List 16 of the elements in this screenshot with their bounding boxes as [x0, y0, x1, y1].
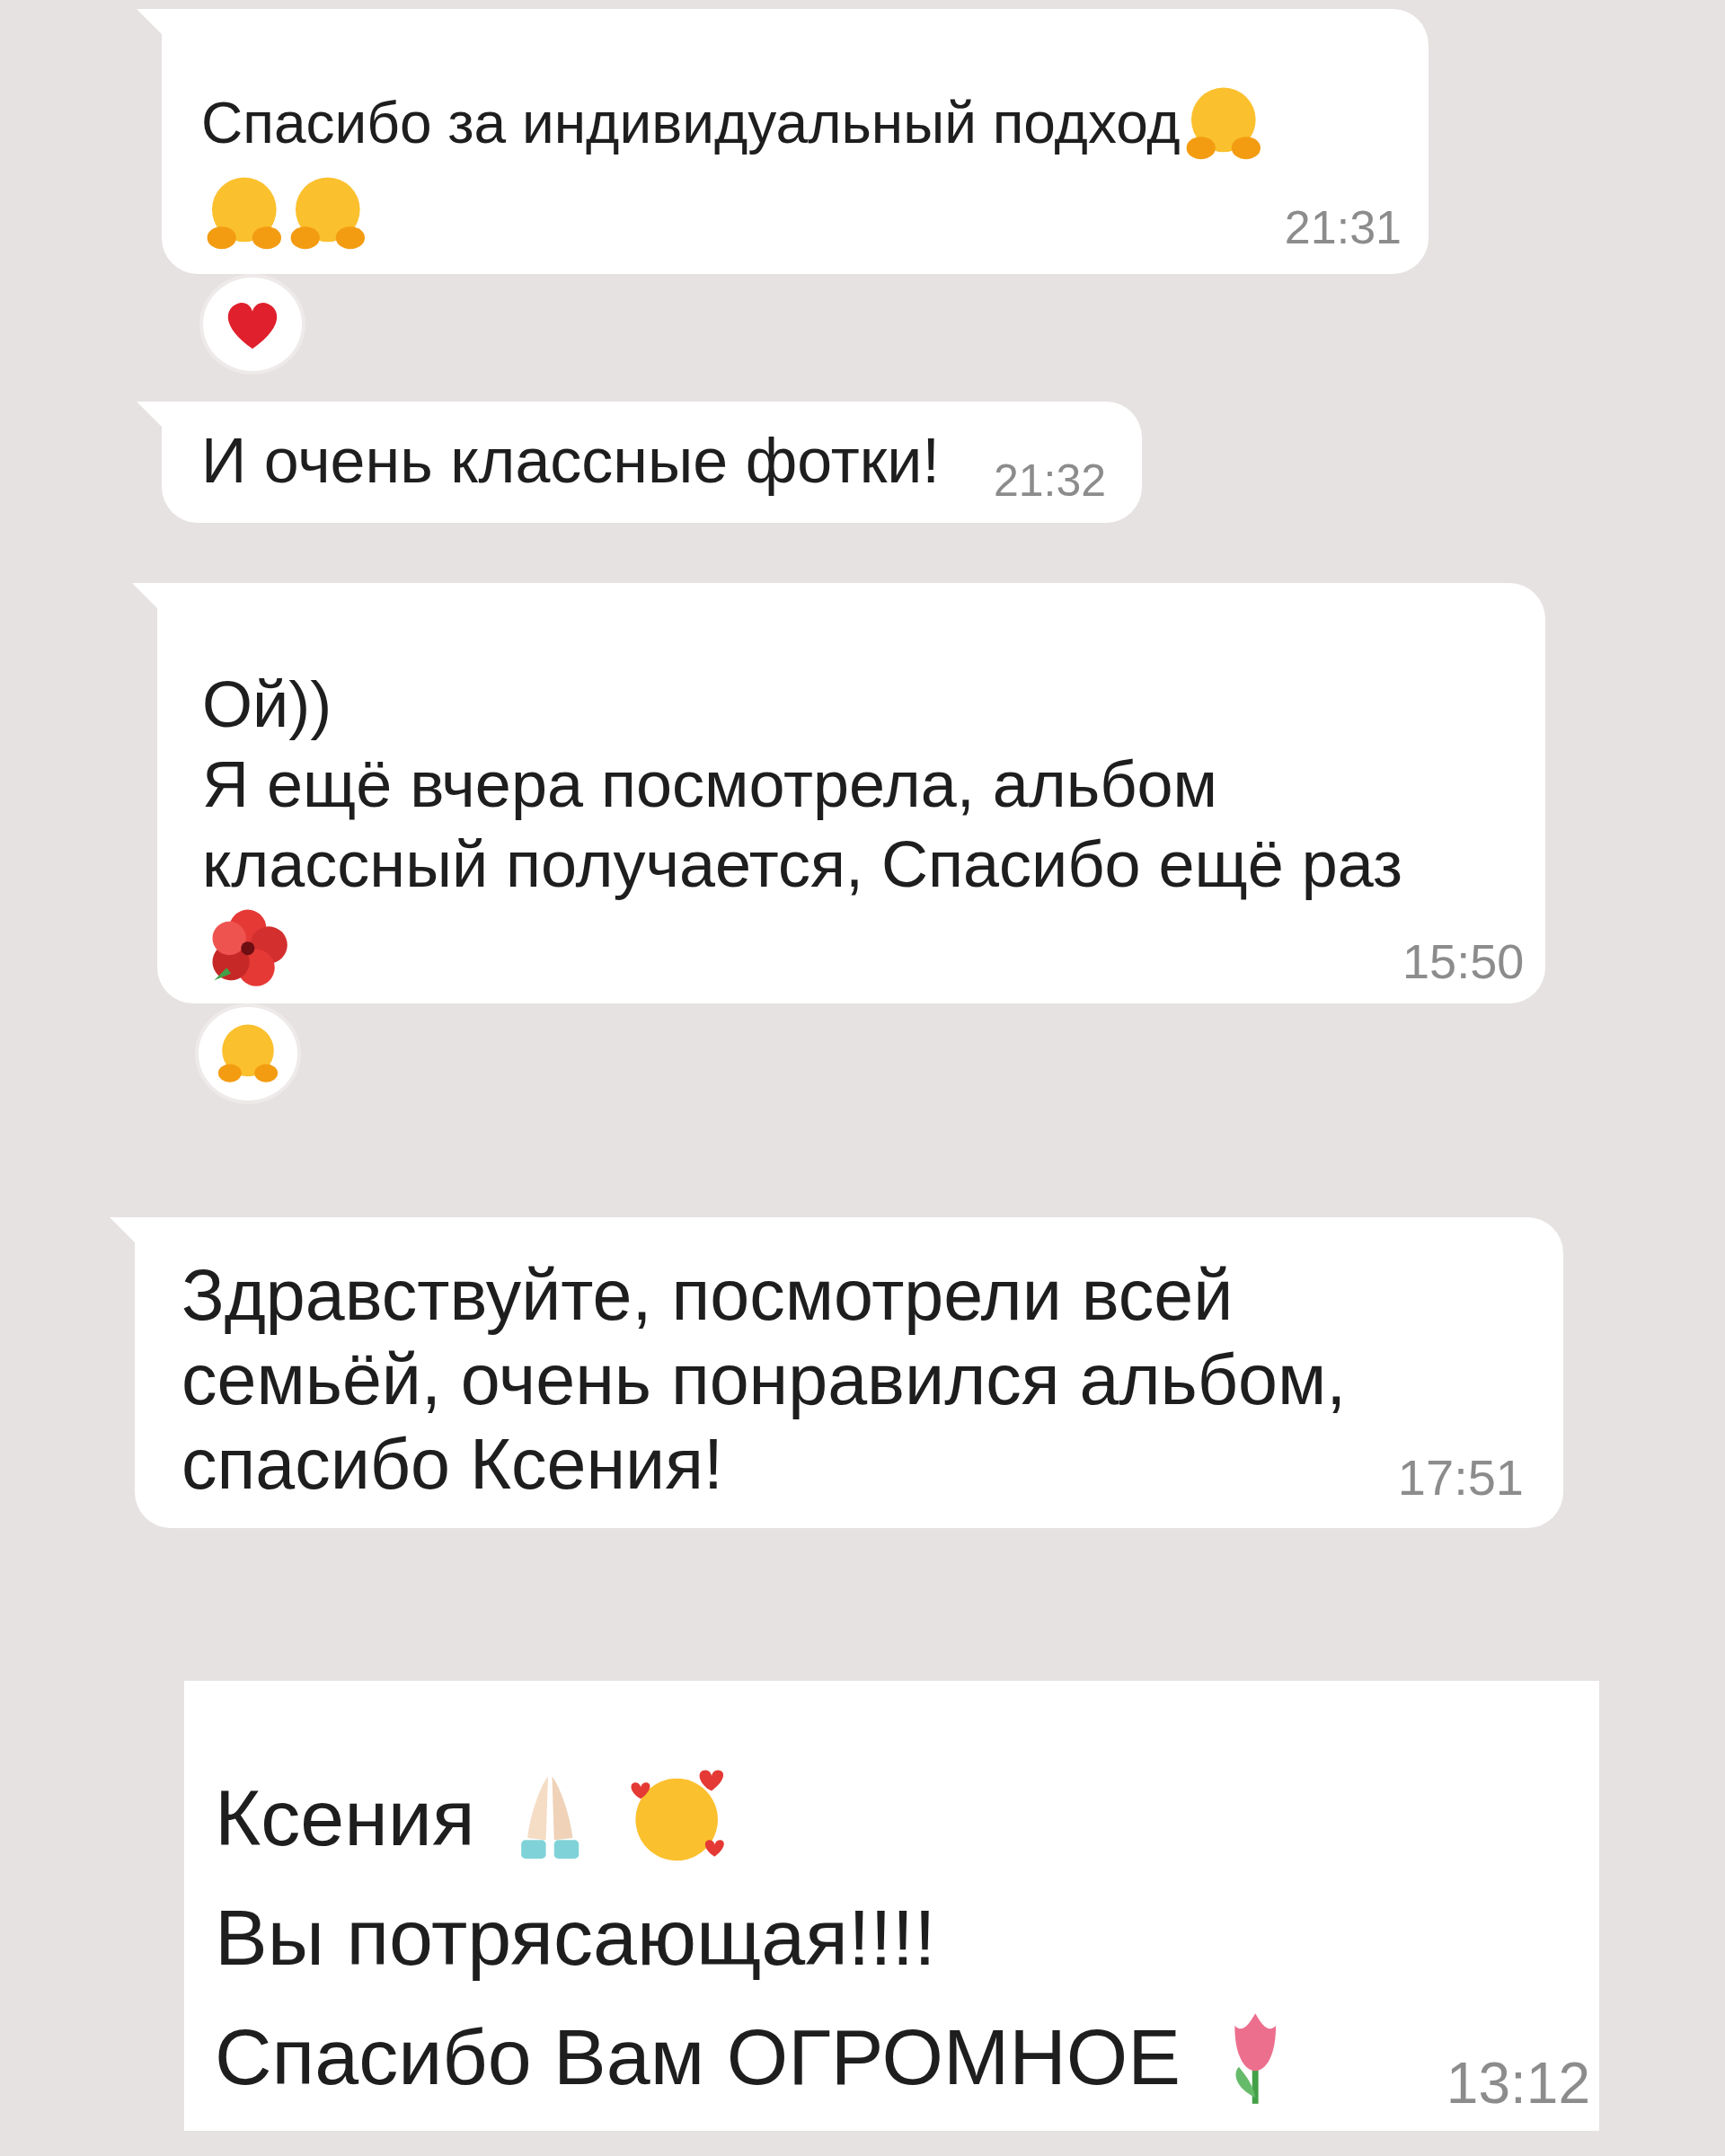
message-text: классный получается, Спасибо ещё раз — [202, 827, 1403, 903]
message-text: Я ещё вчера посмотрела, альбом — [202, 747, 1218, 823]
message-time: 13:12 — [1446, 2050, 1590, 2116]
message-text: Ой)) — [202, 667, 332, 743]
message-text: Спасибо за индивидуальный подход — [201, 90, 1181, 158]
message-time: 15:50 — [1402, 933, 1525, 989]
message-text: Здравствуйте, посмотрели всей — [181, 1254, 1234, 1337]
message-text: Вы потрясающая!!!! — [215, 1892, 936, 1984]
message-text: Ксения — [215, 1772, 475, 1864]
message-text: семьёй, очень понравился альбом, — [181, 1339, 1347, 1421]
message-text: И очень классные фотки! — [201, 424, 940, 497]
message-text: Спасибо Вам ОГРОМНОЕ — [215, 2011, 1181, 2103]
message-time: 21:31 — [1284, 200, 1402, 254]
message-time: 21:32 — [993, 455, 1106, 507]
message-time: 17:51 — [1397, 1448, 1524, 1507]
message-text: спасибо Ксения! — [181, 1423, 723, 1506]
